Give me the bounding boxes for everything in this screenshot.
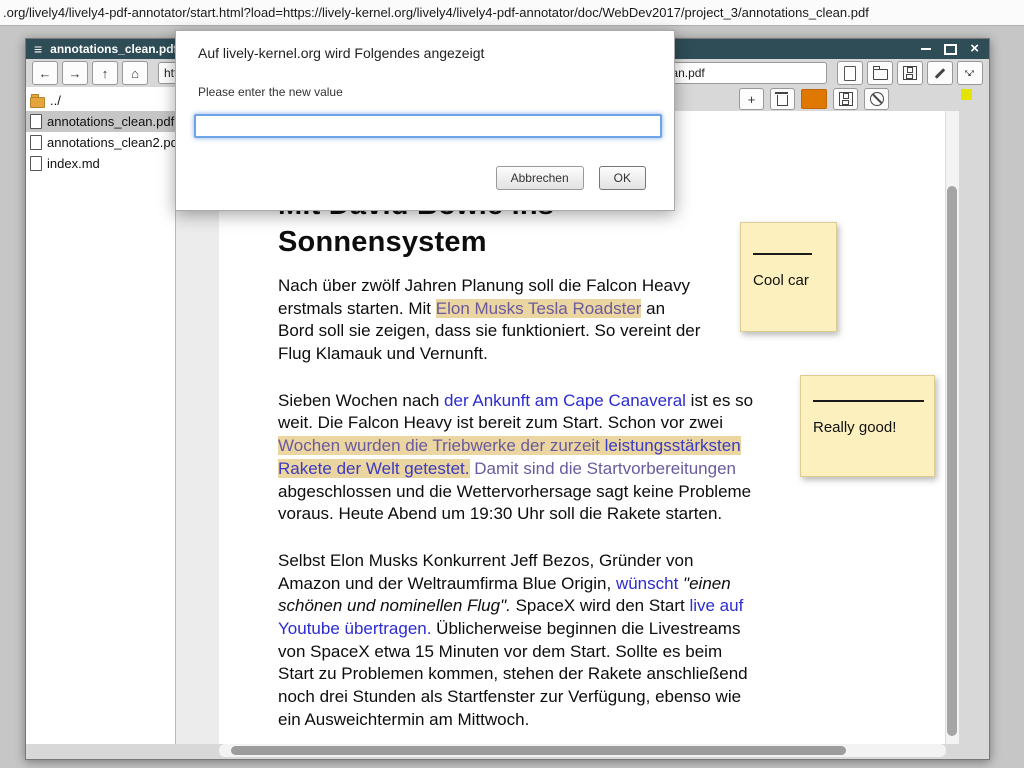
edit-button[interactable] xyxy=(927,61,953,85)
back-arrow-icon: ← xyxy=(39,66,52,81)
pdf-text-segment: Nach über zwölf Jahren Planung soll die … xyxy=(278,276,690,295)
minimize-icon[interactable] xyxy=(921,48,931,50)
pdf-text-segment: voraus. Heute Abend um 19:30 Uhr soll di… xyxy=(278,504,722,523)
forward-arrow-icon: → xyxy=(69,66,82,81)
file-name: index.md xyxy=(47,156,100,171)
window-controls: × xyxy=(921,39,979,59)
open-folder-button[interactable] xyxy=(867,61,893,85)
pdf-text-segment: SpaceX wird den Start xyxy=(511,596,690,615)
pdf-link[interactable]: live auf xyxy=(689,596,743,615)
note-ink-stroke xyxy=(753,253,812,255)
ok-button[interactable]: OK xyxy=(599,166,646,190)
pdf-text-segment: Bord soll sie zeigen, dass sie funktioni… xyxy=(278,321,700,340)
save-button[interactable] xyxy=(897,61,923,85)
pdf-text-segment: Sonnensystem xyxy=(278,226,487,258)
file-icon xyxy=(30,135,42,150)
new-file-button[interactable] xyxy=(837,61,863,85)
save-annotations-button[interactable] xyxy=(833,88,858,110)
file-icon xyxy=(30,156,42,171)
pdf-link[interactable]: Rakete der Welt getestet. xyxy=(278,459,470,478)
save-icon xyxy=(903,66,917,80)
pdf-text-segment: Damit sind die Startvorbereitungen xyxy=(474,459,736,478)
file-name: annotations_clean2.pdf xyxy=(47,135,175,150)
file-item-index-md[interactable]: index.md xyxy=(26,153,175,174)
home-button[interactable]: ⌂ xyxy=(122,61,148,85)
folder-icon xyxy=(30,97,45,108)
pdf-paragraph: Sieben Wochen nach der Ankunft am Cape C… xyxy=(278,390,838,526)
pdf-text-segment: abgeschlossen und die Wettervorhersage s… xyxy=(278,482,751,501)
pdf-text-segment: von SpaceX etwa 15 Minuten vor dem Start… xyxy=(278,642,722,661)
screen: .org/lively4/lively4-pdf-annotator/start… xyxy=(0,0,1024,768)
horizontal-scrollbar[interactable] xyxy=(219,744,946,757)
horizontal-scrollbar-thumb[interactable] xyxy=(231,746,846,755)
pencil-icon xyxy=(935,68,946,79)
pdf-text-segment: Flug Klamauk und Vernunft. xyxy=(278,344,488,363)
close-icon[interactable]: × xyxy=(970,40,979,58)
pdf-text-segment: Start zu Problemen kommen, stehen der Ra… xyxy=(278,664,748,683)
add-annotation-button[interactable]: + xyxy=(739,88,764,110)
cancel-button[interactable]: Abbrechen xyxy=(496,166,584,190)
dialog-message: Please enter the new value xyxy=(198,85,652,99)
dialog-value-input[interactable] xyxy=(194,114,662,138)
file-item-parent-dir[interactable]: ../ xyxy=(26,90,175,111)
pdf-text-segment: erstmals starten. Mit xyxy=(278,299,436,318)
expand-button[interactable] xyxy=(957,61,983,85)
prompt-dialog: Auf lively-kernel.org wird Folgendes ang… xyxy=(175,30,675,211)
pdf-text-segment: ist es so xyxy=(686,391,753,410)
file-name: annotations_clean.pdf xyxy=(47,114,174,129)
pdf-text-segment: Elon Musks Tesla Roadster xyxy=(436,299,642,318)
dialog-buttons: Abbrechen OK xyxy=(496,166,646,190)
pdf-text-segment: schönen und nominellen Flug". xyxy=(278,596,511,615)
file-item-annotations-clean[interactable]: annotations_clean.pdf xyxy=(26,111,175,132)
annotation-color-swatch[interactable] xyxy=(801,89,827,109)
pdf-link[interactable]: wünscht xyxy=(616,574,678,593)
file-icon xyxy=(30,114,42,129)
up-arrow-icon: ↑ xyxy=(102,66,109,81)
back-button[interactable]: ← xyxy=(32,61,58,85)
new-file-icon xyxy=(844,66,856,81)
pdf-text-segment: noch drei Stunden als Startfenster zur V… xyxy=(278,687,741,706)
pdf-text-segment: Amazon und der Weltraumfirma Blue Origin… xyxy=(278,574,616,593)
vertical-scrollbar-thumb[interactable] xyxy=(947,186,957,736)
pdf-paragraph: Selbst Elon Musks Konkurrent Jeff Bezos,… xyxy=(278,550,838,732)
folder-icon xyxy=(873,69,888,80)
pdf-text-segment: an xyxy=(641,299,665,318)
window-title: annotations_clean.pdf xyxy=(50,42,177,56)
note-text: Really good! xyxy=(813,419,934,436)
annotation-marker-swatch[interactable] xyxy=(961,89,972,100)
expand-icon xyxy=(962,65,978,81)
browser-url-bar[interactable]: .org/lively4/lively4-pdf-annotator/start… xyxy=(0,0,1024,26)
pdf-text-segment: Üblicherweise beginnen die Livestreams xyxy=(431,619,740,638)
forward-button[interactable]: → xyxy=(62,61,88,85)
file-name: ../ xyxy=(50,93,61,108)
pdf-text-segment: weit. Die Falcon Heavy ist bereit zum St… xyxy=(278,413,723,432)
pdf-text-segment: Sieben Wochen nach xyxy=(278,391,444,410)
file-item-annotations-clean2[interactable]: annotations_clean2.pdf xyxy=(26,132,175,153)
trash-icon xyxy=(777,95,788,106)
note-ink-stroke xyxy=(813,400,924,402)
sticky-note-really-good[interactable]: Really good! xyxy=(800,375,935,477)
pdf-text-segment: Selbst Elon Musks Konkurrent Jeff Bezos,… xyxy=(278,551,693,570)
delete-annotation-button[interactable] xyxy=(770,88,795,110)
home-icon: ⌂ xyxy=(131,66,139,81)
plus-icon: + xyxy=(748,92,756,107)
sticky-note-cool-car[interactable]: Cool car xyxy=(740,222,837,332)
vertical-scrollbar[interactable] xyxy=(945,111,959,744)
pdf-text-segment: ein Ausweichtermin am Mittwoch. xyxy=(278,710,529,729)
maximize-icon[interactable] xyxy=(944,44,957,55)
dialog-title: Auf lively-kernel.org wird Folgendes ang… xyxy=(198,45,652,61)
pdf-link[interactable]: der Ankunft am Cape Canaveral xyxy=(444,391,686,410)
pdf-link[interactable]: leistungsstärksten xyxy=(605,436,741,455)
pdf-text-segment: "einen xyxy=(683,574,731,593)
browser-url-text: .org/lively4/lively4-pdf-annotator/start… xyxy=(3,5,869,20)
cancel-annotation-button[interactable] xyxy=(864,88,889,110)
menu-icon[interactable]: ≡ xyxy=(34,39,42,59)
pdf-link[interactable]: Youtube übertragen. xyxy=(278,619,431,638)
note-text: Cool car xyxy=(753,272,836,289)
file-list-sidebar: ../ annotations_clean.pdf annotations_cl… xyxy=(26,87,176,744)
pdf-text-segment: Wochen wurden die Triebwerke der zurzeit xyxy=(278,436,605,455)
save-icon xyxy=(839,92,853,106)
up-button[interactable]: ↑ xyxy=(92,61,118,85)
block-icon xyxy=(870,92,884,106)
